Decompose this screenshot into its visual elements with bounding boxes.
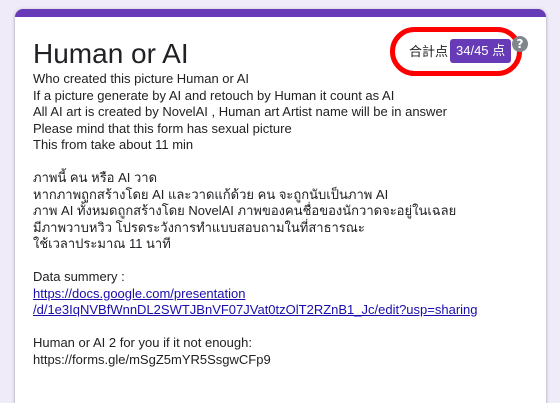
description-line-thai: ภาพ AI ทั้งหมดถูกสร้างโดย NovelAI ภาพของ… <box>33 203 457 218</box>
form-header-card: Human or AI 合計点 34/45 点 ? Who created th… <box>15 9 546 403</box>
description-line: Please mind that this form has sexual pi… <box>33 120 292 136</box>
data-summary-link[interactable]: https://docs.google.com/presentation <box>33 286 245 301</box>
description-line: Who created this picture Human or AI <box>33 71 250 86</box>
description-line: All AI art is created by NovelAI , Human… <box>33 104 448 119</box>
description-line-thai: ภาพนี้ คน หรือ AI วาด <box>33 170 158 185</box>
form-title: Human or AI <box>33 38 189 69</box>
total-score-badge: 34/45 点 <box>450 39 512 63</box>
description-line-thai: มีภาพวาบหวิว โปรดระวังการทำแบบสอบถามในที… <box>33 219 365 235</box>
data-summary-label: Data summery : <box>33 269 125 284</box>
data-summary-link-continued[interactable]: /d/1e3IqNVBfWnnDL2SWTJBnVF07JVat0tzOlT2R… <box>33 302 478 317</box>
help-icon[interactable]: ? <box>512 36 528 52</box>
description-line-thai: ใช้เวลาประมาณ 11 นาที <box>33 236 171 251</box>
part2-label: Human or AI 2 for you if it not enough: <box>33 335 252 350</box>
description-line: This from take about 11 min <box>33 137 194 152</box>
description-line: If a picture generate by AI and retouch … <box>33 87 395 103</box>
score-highlight: 合計点 34/45 点 <box>390 27 522 76</box>
description-line-thai: หากภาพถูกสร้างโดย AI และวาดแก้ด้วย คน จะ… <box>33 186 389 202</box>
form-description: Who created this picture Human or AI If … <box>33 71 533 368</box>
card-accent-bar <box>15 9 546 17</box>
total-score-label: 合計点 <box>409 44 449 59</box>
part2-url[interactable]: https://forms.gle/mSgZ5mYR5SsgwCFp9 <box>33 352 533 369</box>
